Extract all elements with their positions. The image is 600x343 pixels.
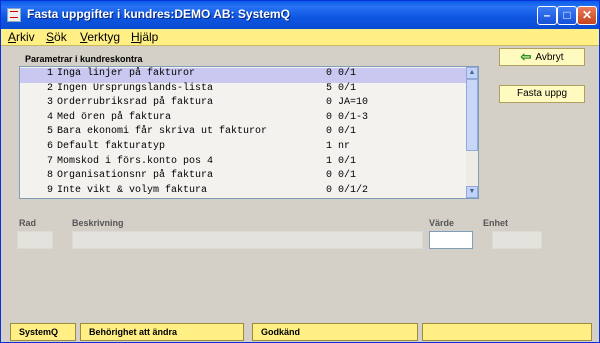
list-item-val: 0 xyxy=(325,97,332,109)
list-item-unit: 0/1-3 xyxy=(338,111,369,123)
list-item-unit: nr xyxy=(338,141,351,152)
list-item-desc: Ingen Ursprungslands-lista xyxy=(57,82,214,94)
title-bar[interactable]: Fasta uppgifter i kundres:DEMO AB: Syste… xyxy=(1,1,599,29)
list-item-num: 4 xyxy=(46,111,53,123)
status-extra xyxy=(422,323,592,341)
list-item-val: 1 xyxy=(325,141,332,152)
list-item-unit: 0/1 xyxy=(338,170,357,182)
menu-verktyg[interactable]: Verktyg xyxy=(80,30,120,44)
scroll-up-arrow-icon[interactable]: ▲ xyxy=(466,67,478,79)
list-item[interactable]: 2 Ingen Ursprungslands-lista 5 0/1 xyxy=(20,83,467,98)
list-item-num: 5 xyxy=(46,126,53,138)
enhet-field xyxy=(492,231,542,249)
beskrivning-label: Beskrivning xyxy=(72,218,124,228)
list-item[interactable]: 6 Default fakturatyp 1 nr xyxy=(20,141,467,156)
list-item-num: 3 xyxy=(46,97,53,109)
list-item-unit: 0/1 xyxy=(338,82,357,94)
list-item-val: 0 xyxy=(325,126,332,138)
varde-input[interactable] xyxy=(429,231,473,249)
list-item-unit: JA=10 xyxy=(338,97,369,109)
list-group-label: Parametrar i kundreskontra xyxy=(25,54,143,64)
status-approved: Godkänd xyxy=(252,323,418,341)
varde-label: Värde xyxy=(429,218,455,228)
menu-bar: Arkiv Sök Verktyg Hjälp xyxy=(1,29,599,46)
list-item-desc: Bara ekonomi får skriva ut fakturor xyxy=(57,126,268,138)
rad-label: Rad xyxy=(19,218,37,228)
list-item-val: 0 xyxy=(325,184,332,196)
beskrivning-field xyxy=(72,231,423,249)
menu-hjalp[interactable]: Hjälp xyxy=(131,30,158,44)
list-item[interactable]: 8 Organisationsnr på faktura 0 0/1 xyxy=(20,170,467,185)
list-item-num: 1 xyxy=(46,68,53,79)
list-item-desc: Med ören på faktura xyxy=(57,111,172,123)
list-item[interactable]: 9 Inte vikt & volym faktura 0 0/1/2 xyxy=(20,184,467,198)
list-item-desc: Organisationsnr på faktura xyxy=(57,170,214,182)
app-icon xyxy=(7,8,21,22)
close-button[interactable]: ✕ xyxy=(577,6,597,25)
menu-sok[interactable]: Sök xyxy=(46,30,67,44)
list-item-desc: Default fakturatyp xyxy=(57,141,166,152)
scroll-down-arrow-icon[interactable]: ▼ xyxy=(466,186,478,198)
rad-field xyxy=(17,231,53,249)
list-item[interactable]: 4 Med ören på faktura 0 0/1-3 xyxy=(20,112,467,127)
scroll-thumb[interactable] xyxy=(466,79,478,151)
window-title: Fasta uppgifter i kundres:DEMO AB: Syste… xyxy=(27,7,290,21)
list-item-desc: Inga linjer på fakturor xyxy=(57,68,196,79)
list-item-val: 5 xyxy=(325,82,332,94)
cancel-button-label: Avbryt xyxy=(535,52,564,63)
minimize-button[interactable]: – xyxy=(537,6,557,25)
list-item[interactable]: 7 Momskod i förs.konto pos 4 1 0/1 xyxy=(20,156,467,171)
main-window: Fasta uppgifter i kundres:DEMO AB: Syste… xyxy=(0,0,600,343)
list-item-unit: 0/1 xyxy=(338,68,357,79)
list-item-val: 0 xyxy=(325,68,332,79)
list-item-num: 2 xyxy=(46,82,53,94)
cancel-button[interactable]: ⇦ Avbryt xyxy=(499,48,585,66)
list-item[interactable]: 3 Orderrubriksrad på faktura 0 JA=10 xyxy=(20,97,467,112)
list-item-desc: Inte vikt & volym faktura xyxy=(57,184,208,196)
list-item-num: 8 xyxy=(46,170,53,182)
list-item-unit: 0/1 xyxy=(338,155,357,167)
list-item-val: 0 xyxy=(325,170,332,182)
list-scrollbar[interactable]: ▲ ▼ xyxy=(466,67,478,198)
status-app: SystemQ xyxy=(10,323,76,341)
maximize-button[interactable]: □ xyxy=(557,6,577,25)
list-item[interactable]: 1 Inga linjer på fakturor 0 0/1 xyxy=(20,68,467,83)
enhet-label: Enhet xyxy=(483,218,509,228)
list-item-desc: Orderrubriksrad på faktura xyxy=(57,97,214,109)
menu-arkiv[interactable]: Arkiv xyxy=(8,30,35,44)
list-item-val: 1 xyxy=(325,155,332,167)
list-item-unit: 0/1/2 xyxy=(338,184,369,196)
list-item-desc: Momskod i förs.konto pos 4 xyxy=(57,155,214,167)
parameter-list[interactable]: 1 Inga linjer på fakturor 0 0/1 2 Ingen Urspr… xyxy=(19,66,479,199)
list-item-val: 0 xyxy=(325,111,332,123)
fixed-data-button[interactable]: Fasta uppg xyxy=(499,85,585,103)
list-item-num: 6 xyxy=(46,141,53,152)
list-item-num: 9 xyxy=(46,184,53,196)
status-permission: Behörighet att ändra xyxy=(80,323,244,341)
list-item-num: 7 xyxy=(46,155,53,167)
list-item[interactable]: 5 Bara ekonomi får skriva ut fakturor 0 0/1 xyxy=(20,126,467,141)
back-arrow-icon: ⇦ xyxy=(520,49,532,64)
list-item-unit: 0/1 xyxy=(338,126,357,138)
